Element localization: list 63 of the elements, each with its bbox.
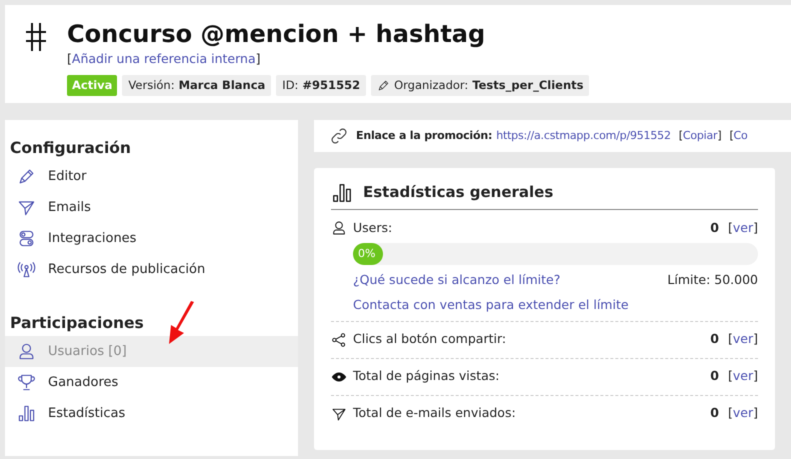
- bar-chart-icon: [17, 404, 36, 423]
- bracket: ]: [753, 404, 758, 422]
- reference-link[interactable]: Añadir una referencia interna: [72, 51, 256, 66]
- stat-label: Users:: [353, 218, 394, 237]
- contact-sales-link[interactable]: Contacta con ventas para extender el límite: [353, 296, 629, 315]
- stat-value: 0: [710, 330, 719, 348]
- badge-value: #951552: [302, 76, 360, 94]
- bar-chart-icon: [331, 182, 353, 204]
- bracket: ]: [753, 218, 758, 237]
- view-link[interactable]: ver: [732, 404, 754, 424]
- sidebar-item[interactable]: Emails: [5, 192, 298, 223]
- section-heading: Configuración: [10, 138, 131, 159]
- badge-value: Tests_per_Clients: [472, 76, 584, 94]
- bracket: ]: [753, 367, 758, 386]
- bracket: [: [678, 128, 683, 144]
- promo-url-link[interactable]: https://a.cstmapp.com/p/951552: [496, 128, 671, 144]
- hashtag-icon: [25, 22, 47, 52]
- stat-value: 0: [710, 218, 719, 237]
- stat-value: 0: [710, 404, 719, 422]
- bracket: ]: [256, 51, 261, 66]
- badge-label: Versión:: [128, 76, 175, 94]
- stat-label: Total de e-mails enviados:: [353, 404, 517, 422]
- action-link[interactable]: Co: [734, 128, 748, 144]
- sidebar-item[interactable]: Recursos de publicación: [5, 254, 298, 285]
- bracket: [: [728, 404, 733, 422]
- action-link[interactable]: Copiar: [682, 128, 718, 144]
- bracket: [: [728, 367, 733, 386]
- badge-value: Marca Blanca: [178, 76, 266, 94]
- section-heading: Participaciones: [10, 313, 144, 334]
- toggle-icon: [17, 229, 36, 248]
- pencil-icon: [17, 167, 36, 186]
- sidebar-item[interactable]: Integraciones: [5, 223, 298, 254]
- stat-label: Total de páginas vistas:: [353, 367, 501, 386]
- promo-link-label: Enlace a la promoción:: [356, 128, 492, 144]
- view-link[interactable]: ver: [732, 218, 754, 238]
- view-link[interactable]: ver: [732, 330, 754, 350]
- share-icon: [331, 332, 347, 348]
- sidebar-item[interactable]: Estadísticas: [5, 398, 298, 429]
- pencil-icon: [377, 79, 390, 92]
- badge-label: Organizador:: [394, 76, 468, 94]
- bracket: [: [67, 51, 72, 66]
- help-link[interactable]: ¿Qué sucede si alcanzo el límite?: [353, 270, 560, 290]
- status-badge: Activa: [67, 75, 118, 96]
- bracket: ]: [753, 330, 758, 348]
- bracket: [: [728, 330, 733, 348]
- trophy-icon: [17, 373, 36, 392]
- card-title: Estadísticas generales: [363, 182, 554, 204]
- user-icon: [17, 342, 36, 361]
- page-title: Concurso @mencion + hashtag: [67, 19, 486, 49]
- view-link[interactable]: ver: [732, 367, 754, 386]
- limit-text: Límite: 50.000: [667, 270, 758, 289]
- antenna-icon: [17, 260, 36, 279]
- bracket: [: [729, 128, 734, 144]
- progress-fill: 0%: [353, 243, 383, 265]
- bracket: [: [728, 218, 733, 237]
- bracket: ]: [717, 128, 722, 144]
- stat-label: Clics al botón compartir:: [353, 330, 508, 348]
- link-icon: [330, 127, 348, 145]
- sidebar-item[interactable]: Ganadores: [5, 367, 298, 398]
- stat-value: 0: [710, 367, 719, 386]
- badge-label: ID:: [282, 76, 298, 94]
- user-icon: [331, 220, 347, 236]
- sidebar-item[interactable]: Editor: [5, 161, 298, 192]
